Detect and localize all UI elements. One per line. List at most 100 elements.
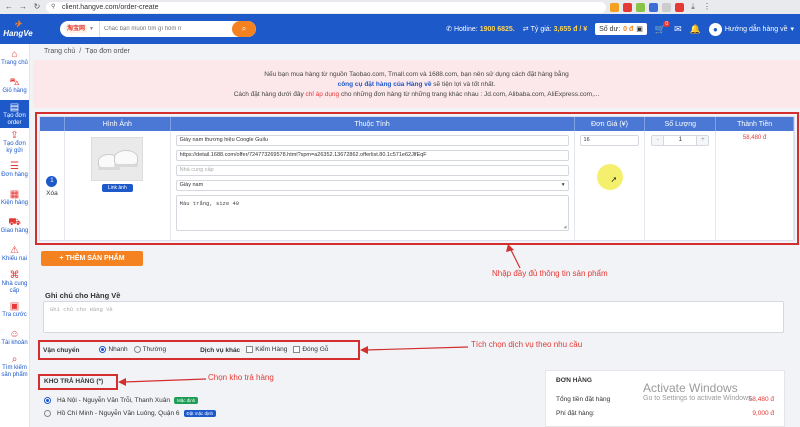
notice-line-1: Nếu bạn mua hàng từ nguồn Taobao.com, Tm… (264, 71, 569, 78)
user-menu[interactable]: ● Hướng dẫn hàng về ▾ (708, 22, 794, 36)
sidebar-item-consignment[interactable]: ⇪ Tạo đơn ký gửi (0, 128, 29, 156)
bell-icon[interactable]: 🔔 (690, 24, 701, 35)
extension-icon[interactable] (623, 2, 632, 12)
extension-icon[interactable] (636, 2, 645, 12)
sidebar-item-product-search[interactable]: ⌕ Tìm kiếm sản phẩm (0, 352, 29, 380)
annotation-service: Tích chọn dịch vụ theo nhu cầu (471, 340, 583, 349)
shipping-normal-radio[interactable]: Thường (133, 346, 166, 354)
checkbox-icon (293, 346, 301, 354)
url-text: client.hangve.com/order-create (62, 3, 159, 11)
reload-icon[interactable]: ↻ (32, 2, 42, 12)
breadcrumb-home[interactable]: Trang chủ (44, 48, 75, 55)
sidebar-item-orders[interactable]: ☰ Đơn hàng (0, 156, 29, 184)
chevron-down-icon: ▾ (561, 182, 565, 188)
user-name: Hướng dẫn hàng về (724, 25, 788, 33)
sidebar-item-suppliers[interactable]: ⌘ Nhà cung cấp (0, 268, 29, 296)
search-input[interactable] (100, 21, 232, 37)
forward-icon[interactable]: → (18, 2, 28, 12)
radio-selected-icon (99, 346, 107, 354)
set-default-button[interactable]: Đặt mặc định (183, 409, 217, 417)
supplier-field[interactable]: Nhà cung cấp (175, 165, 569, 176)
search-button[interactable]: ⌕ (232, 21, 256, 37)
cursor-highlight (596, 164, 623, 190)
sidebar-item-cart[interactable]: ⛍ Giỏ hàng (0, 72, 29, 100)
mouse-cursor-icon: ➚ (610, 175, 618, 184)
quantity-field[interactable]: 1 (663, 136, 698, 145)
extension-icon[interactable] (649, 2, 658, 12)
header-total: Thành Tiền (716, 117, 794, 131)
annotation-arrow (360, 346, 469, 354)
download-icon[interactable]: ⤓ (688, 2, 698, 12)
extension-icon[interactable] (675, 2, 684, 12)
sidebar-item-delivery[interactable]: ⛟ Giao hàng (0, 212, 29, 240)
balance[interactable]: Số dư: 0 đ ▣ (595, 23, 647, 35)
product-note-field[interactable]: Màu trắng, size 40 ◢ (175, 195, 569, 231)
search-source-select[interactable]: 淘宝网 ▼ (60, 21, 100, 37)
sidebar-item-packages[interactable]: ▦ Kiện hàng (0, 184, 29, 212)
mail-icon[interactable]: ✉ (674, 24, 682, 35)
row-total: 58,480 đ (716, 131, 794, 241)
shipping-label: Vận chuyển (43, 346, 80, 354)
exchange-icon: ⇄ (522, 26, 529, 33)
site-info-icon[interactable]: ⚲ (51, 2, 55, 13)
account-icon: ☺ (9, 329, 20, 340)
breadcrumb: Trang chủ / Tạo đơn order (44, 44, 130, 58)
product-search: 淘宝网 ▼ ⌕ (60, 21, 256, 37)
extension-icon[interactable] (662, 2, 671, 12)
warehouse-label: KHO TRẢ HÀNG (*) (44, 378, 104, 385)
taobao-logo: 淘宝网 (65, 25, 88, 33)
phone-icon: ✆ (446, 26, 452, 33)
extension-icon[interactable] (610, 2, 619, 12)
category-select[interactable]: Giày nam ▾ (175, 180, 569, 191)
address-bar[interactable]: ⚲ client.hangve.com/order-create (46, 1, 606, 13)
note-field[interactable]: Ghi chú cho Hàng Về (43, 301, 784, 333)
product-image (91, 137, 144, 181)
sidebar-item-complaints[interactable]: ⚠ Khiếu nại (0, 240, 29, 268)
quantity-decrease-button[interactable]: - (652, 136, 663, 145)
annotation-product: Nhập đầy đủ thông tin sản phẩm (492, 269, 608, 278)
cart-icon: ⛍ (9, 77, 20, 88)
activation-watermark: Activate Windows Go to Settings to activ… (643, 381, 754, 402)
plane-icon: ✈ (14, 19, 22, 29)
search-icon: ⌕ (11, 353, 18, 365)
extra-services-label: Dịch vụ khác (200, 346, 241, 354)
product-name-field[interactable]: Giày nam thương hiệu Coogle Guilu (175, 135, 569, 146)
package-icon: ▦ (9, 189, 20, 200)
app-logo[interactable]: ✈ HangVe (0, 14, 36, 44)
app-header: ✈ HangVe 淘宝网 ▼ ⌕ ✆ Hotline: 1900 6825. ⇄… (0, 14, 800, 44)
note-label: Ghi chú cho Hàng Về (45, 291, 121, 300)
shipping-fast-radio[interactable]: Nhanh (99, 346, 128, 354)
quantity-increase-button[interactable]: + (697, 136, 708, 145)
warehouse-option-hcm[interactable]: Hồ Chí Minh - Nguyễn Văn Luông, Quận 6 Đ… (44, 408, 217, 418)
sidebar-item-home[interactable]: ⌂ Trang chủ (0, 44, 29, 72)
header-image: Hình Ảnh (65, 117, 171, 131)
resize-handle-icon[interactable]: ◢ (564, 224, 567, 230)
shoe-sole (98, 167, 121, 170)
default-badge: Mặc định (173, 396, 199, 404)
back-icon[interactable]: ← (4, 2, 14, 12)
wood-packing-checkbox[interactable]: Đóng Gỗ (293, 346, 328, 354)
menu-icon[interactable]: ⋮ (702, 2, 712, 12)
warehouse-option-hanoi[interactable]: Hà Nội - Nguyễn Văn Trỗi, Thanh Xuân Mặc… (44, 395, 199, 405)
checkbox-icon (246, 346, 254, 354)
order-icon: ▤ (9, 101, 20, 113)
chevron-down-icon: ▾ (790, 26, 794, 33)
notice-banner: Nếu bạn mua hàng từ nguồn Taobao.com, Tm… (33, 60, 800, 108)
sidebar-item-shipping-rates[interactable]: ▣ Tra cước (0, 296, 29, 324)
image-link-button[interactable]: Link ảnh (101, 184, 133, 192)
sidebar-item-create-order[interactable]: ▤ Tạo đơn order (0, 100, 29, 128)
hotline: ✆ Hotline: 1900 6825. (446, 25, 515, 34)
calculator-icon: ▣ (9, 301, 20, 312)
add-product-button[interactable]: + THÊM SẢN PHẨM (41, 251, 143, 266)
breadcrumb-separator: / (79, 47, 82, 55)
annotation-warehouse: Chọn kho trả hàng (208, 373, 274, 382)
quantity-stepper: - 1 + (651, 135, 710, 146)
inspection-checkbox[interactable]: Kiểm Hàng (246, 346, 287, 354)
table-header: Hình Ảnh Thuộc Tính Đơn Giá (¥) Số Lượng… (40, 117, 794, 131)
delete-button[interactable]: Xóa (46, 190, 58, 197)
cart-icon[interactable]: 🛒 0 (655, 20, 671, 35)
product-link-field[interactable]: https://detail.1688.com/offer/7247732695… (175, 150, 569, 161)
order-tool-link[interactable]: công cụ đặt hàng của Hàng về (338, 81, 432, 88)
sidebar-item-account[interactable]: ☺ Tài khoản (0, 324, 29, 352)
unit-price-field[interactable]: 16 (579, 135, 640, 146)
